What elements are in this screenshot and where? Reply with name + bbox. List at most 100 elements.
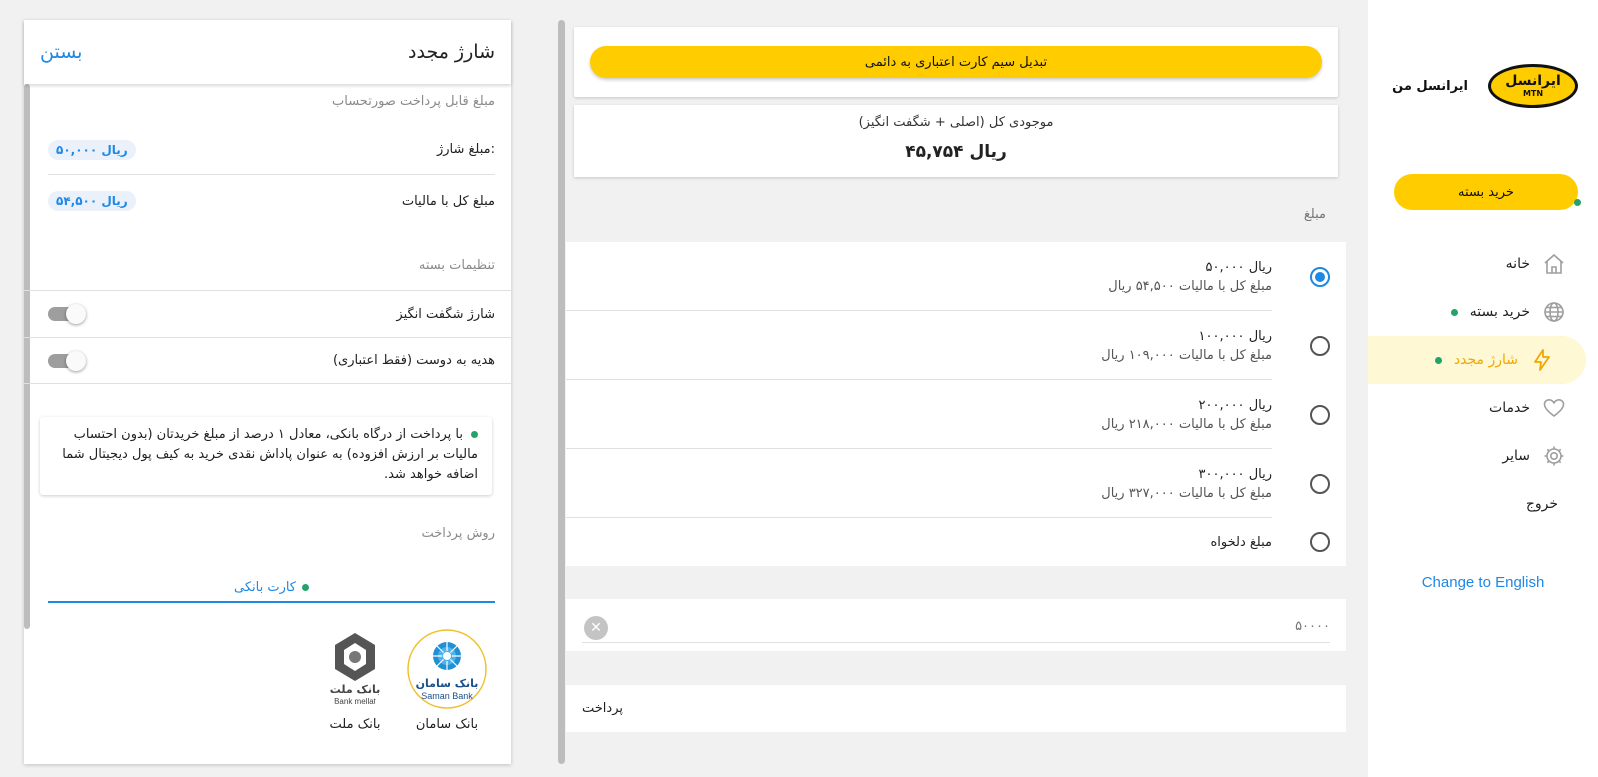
charge-amount-chip: ۵۰,۰۰۰ ریال — [48, 139, 136, 160]
saman-logo-sub: Saman Bank — [421, 691, 473, 701]
toggle-label: شارژ شگفت انگیز — [396, 306, 495, 322]
custom-amount-input[interactable] — [582, 611, 1330, 643]
pay-button[interactable]: پرداخت — [566, 685, 1346, 732]
saman-bank-logo: بانک سامان Saman Bank — [407, 629, 487, 709]
amount-with-tax: مبلغ کل با مالیات ۲۱۸,۰۰۰ ریال — [1101, 416, 1272, 432]
change-language-link[interactable]: Change to English — [1368, 574, 1598, 591]
mellat-logo-sub: Bank mellat — [334, 697, 377, 706]
toggle-label: هدیه به دوست (فقط اعتباری) — [332, 353, 495, 368]
amount-option-100000[interactable]: ۱۰۰,۰۰۰ ریال مبلغ کل با مالیات ۱۰۹,۰۰۰ ر… — [566, 311, 1346, 380]
bank-list: بانک سامان Saman Bank بانک سامان بانک مل… — [315, 629, 487, 732]
scrollbar[interactable] — [558, 20, 565, 764]
total-with-tax-row: مبلغ کل با مالیات ۵۴,۵۰۰ ریال — [48, 176, 495, 226]
bank-name: بانک ملت — [329, 717, 381, 732]
gift-to-friend-row: هدیه به دوست (فقط اعتباری) — [24, 337, 511, 384]
amount-with-tax: مبلغ کل با مالیات ۱۰۹,۰۰۰ ریال — [1101, 347, 1272, 363]
sidebar-item-label: خدمات — [1489, 400, 1530, 416]
recharge-main-panel: تبدیل سیم کارت اعتباری به دائمی موجودی ک… — [558, 0, 1346, 777]
sidebar-item-home[interactable]: خانه — [1368, 240, 1598, 288]
sidebar-item-recharge[interactable]: شارژ مجدد — [1368, 336, 1586, 384]
package-settings-heading: تنظیمات بسته — [418, 258, 495, 273]
bank-name: بانک سامان — [415, 717, 479, 732]
custom-amount-box: ✕ — [566, 599, 1346, 651]
clear-icon[interactable]: ✕ — [584, 616, 608, 640]
amazing-charge-row: شارژ شگفت انگیز — [24, 290, 511, 337]
pay-label: پرداخت — [582, 701, 623, 716]
panel-title: شارژ مجدد — [408, 41, 495, 63]
amount-with-tax: مبلغ کل با مالیات ۳۲۷,۰۰۰ ریال — [1101, 485, 1272, 501]
logo-text: ایرانسل — [1505, 73, 1561, 89]
sidebar-nav: خانه خرید بسته شارژ مجدد خدمات سایر خروج — [1368, 240, 1598, 528]
radio-selected[interactable] — [1310, 266, 1330, 287]
sidebar-item-label: سایر — [1502, 448, 1530, 464]
amazing-charge-toggle[interactable] — [48, 304, 86, 324]
saman-logo-text: بانک سامان — [416, 677, 479, 690]
heart-icon — [1542, 396, 1566, 420]
amount-option-300000[interactable]: ۳۰۰,۰۰۰ ریال مبلغ کل با مالیات ۳۲۷,۰۰۰ ر… — [566, 449, 1346, 518]
sidebar-item-other[interactable]: سایر — [1368, 432, 1598, 480]
toggle-knob — [66, 304, 86, 324]
amount-value: ۲۰۰,۰۰۰ ریال — [1198, 397, 1272, 413]
irancell-logo[interactable]: ایرانسل MTN — [1488, 64, 1578, 108]
bank-mellat[interactable]: بانک ملت Bank mellat بانک ملت — [315, 629, 395, 732]
amount-option-50000[interactable]: ۵۰,۰۰۰ ریال مبلغ کل با مالیات ۵۴,۵۰۰ ریا… — [566, 242, 1346, 311]
total-with-tax-chip: ۵۴,۵۰۰ ریال — [48, 191, 136, 211]
amount-with-tax: مبلغ کل با مالیات ۵۴,۵۰۰ ریال — [1108, 278, 1272, 294]
amount-value: ۳۰۰,۰۰۰ ریال — [1198, 466, 1272, 482]
amount-options: ۵۰,۰۰۰ ریال مبلغ کل با مالیات ۵۴,۵۰۰ ریا… — [566, 242, 1346, 566]
buy-pack-button[interactable]: خرید بسته — [1394, 174, 1581, 210]
home-icon — [1542, 252, 1566, 276]
mellat-bank-logo: بانک ملت Bank mellat — [315, 629, 395, 709]
radio-button[interactable] — [1310, 532, 1330, 552]
notice-text: با پرداخت از درگاه بانکی، معادل ۱ درصد ا… — [62, 427, 478, 482]
logo-sub: MTN — [1522, 89, 1544, 98]
sidebar: ایرانسل MTN ایرانسل من خرید بسته خانه خر… — [1368, 0, 1598, 777]
balance-label: موجودی کل (اصلی + شگفت انگیز) — [858, 115, 1054, 130]
charge-amount-row: مبلغ شارژ: ۵۰,۰۰۰ ریال — [48, 125, 495, 175]
sidebar-item-label: خروج — [1525, 496, 1558, 512]
panel-header: بستن شارژ مجدد — [24, 20, 511, 84]
tab-label: کارت بانکی — [233, 579, 296, 595]
app-name: ایرانسل من — [1392, 78, 1468, 94]
bullet-dot — [471, 431, 478, 438]
convert-to-postpaid-button[interactable]: تبدیل سیم کارت اعتباری به دائمی — [590, 46, 1322, 78]
sidebar-item-services[interactable]: خدمات — [1368, 384, 1598, 432]
payment-method-heading: روش پرداخت — [421, 526, 495, 541]
amount-value: ۱۰۰,۰۰۰ ریال — [1198, 328, 1272, 344]
sidebar-item-label: شارژ مجدد — [1453, 352, 1518, 368]
sidebar-item-label: خانه — [1505, 256, 1530, 272]
close-button[interactable]: بستن — [40, 41, 82, 63]
invoice-heading: مبلغ قابل پرداخت صورتحساب — [332, 94, 495, 109]
recharge-summary-panel: بستن شارژ مجدد مبلغ قابل پرداخت صورتحساب… — [24, 20, 511, 764]
tab-bank-card[interactable]: کارت بانکی — [48, 573, 495, 603]
charge-amount-label: مبلغ شارژ: — [436, 142, 495, 157]
gear-icon — [1542, 444, 1566, 468]
amount-heading: مبلغ — [1303, 207, 1326, 222]
buy-pack-label: خرید بسته — [1458, 184, 1514, 200]
sidebar-item-label: خرید بسته — [1469, 304, 1530, 320]
notification-dot — [1574, 199, 1581, 206]
globe-icon — [1542, 300, 1566, 324]
gift-to-friend-toggle[interactable] — [48, 350, 86, 371]
balance-card: موجودی کل (اصلی + شگفت انگیز) ۴۵,۷۵۴ ریا… — [574, 105, 1338, 177]
amount-option-custom[interactable]: مبلغ دلخواه — [566, 518, 1346, 566]
sidebar-item-exit[interactable]: خروج — [1368, 480, 1598, 528]
radio-button[interactable] — [1310, 404, 1330, 425]
lightning-icon — [1530, 348, 1554, 372]
total-with-tax-label: مبلغ کل با مالیات — [401, 193, 495, 209]
amount-value: ۵۰,۰۰۰ ریال — [1205, 259, 1273, 275]
radio-button[interactable] — [1310, 335, 1330, 356]
convert-sim-card: تبدیل سیم کارت اعتباری به دائمی — [574, 27, 1338, 97]
notification-dot — [1434, 356, 1442, 364]
notification-dot — [1450, 308, 1458, 316]
balance-value: ۴۵,۷۵۴ ریال — [905, 142, 1007, 162]
sidebar-item-buy-pack[interactable]: خرید بسته — [1368, 288, 1598, 336]
bank-saman[interactable]: بانک سامان Saman Bank بانک سامان — [407, 629, 487, 732]
mellat-logo-text: بانک ملت — [330, 683, 380, 696]
radio-button[interactable] — [1310, 473, 1330, 494]
toggle-knob — [66, 350, 86, 371]
amount-option-200000[interactable]: ۲۰۰,۰۰۰ ریال مبلغ کل با مالیات ۲۱۸,۰۰۰ ر… — [566, 380, 1346, 449]
brand-area: ایرانسل MTN ایرانسل من — [1388, 62, 1578, 110]
custom-amount-label: مبلغ دلخواه — [1210, 534, 1272, 550]
cashback-notice: با پرداخت از درگاه بانکی، معادل ۱ درصد ا… — [40, 417, 492, 495]
